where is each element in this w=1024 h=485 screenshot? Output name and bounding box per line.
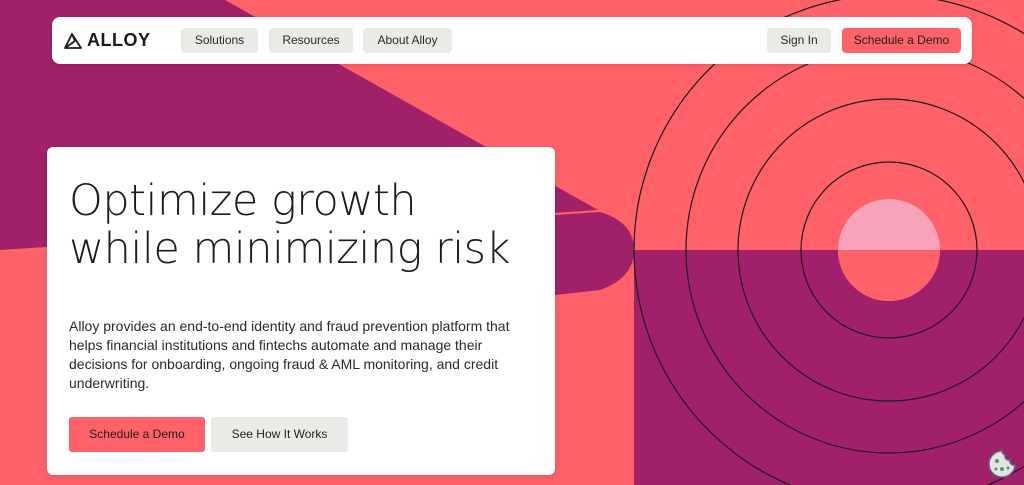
nav-item-solutions[interactable]: Solutions [181, 28, 258, 53]
hero-card: Optimize growth while minimizing risk Al… [47, 147, 555, 475]
hero-description: Alloy provides an end-to-end identity an… [69, 318, 510, 391]
top-navigation-bar: ALLOY Solutions Resources About Alloy Si… [52, 17, 972, 64]
magenta-band-shape [634, 250, 1024, 485]
alloy-logo[interactable]: ALLOY [63, 30, 151, 51]
nav-schedule-demo-button[interactable]: Schedule a Demo [842, 28, 961, 53]
logo-text: ALLOY [87, 30, 151, 50]
sign-in-button[interactable]: Sign In [767, 28, 831, 53]
alloy-logo-icon [63, 32, 83, 50]
hero-headline: Optimize growth while minimizing risk [69, 176, 510, 274]
nav-item-resources[interactable]: Resources [269, 28, 353, 53]
cookie-icon[interactable] [987, 449, 1017, 479]
nav-item-about-alloy[interactable]: About Alloy [363, 28, 452, 53]
hero-schedule-demo-button[interactable]: Schedule a Demo [69, 417, 205, 452]
see-how-it-works-button[interactable]: See How It Works [211, 417, 348, 452]
